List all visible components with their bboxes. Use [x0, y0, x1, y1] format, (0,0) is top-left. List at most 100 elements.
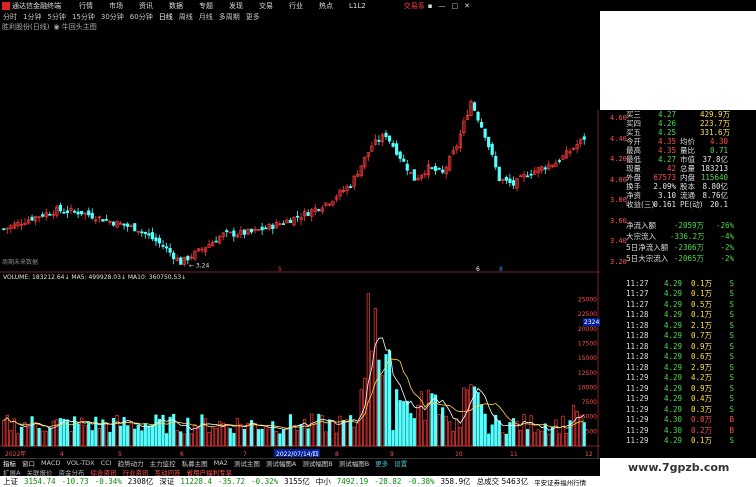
period-5min[interactable]: 5分钟: [44, 12, 68, 22]
date-label: 12: [585, 451, 593, 458]
tick-price: 4.29: [663, 352, 682, 362]
price-axis-label: 3.40: [610, 237, 627, 245]
candle-body: [479, 121, 484, 128]
flow-label: 净流入额: [626, 221, 656, 230]
volume-bar: [540, 430, 544, 447]
candle-body: [168, 248, 172, 253]
menu-quotes[interactable]: 行情: [71, 1, 101, 11]
maximize-icon[interactable]: □: [448, 2, 461, 10]
quote-value: 4.27: [657, 110, 676, 119]
tick-row[interactable]: 11:29 4.29 0.1万 S: [626, 436, 756, 447]
trade-system-link[interactable]: 交易系: [404, 1, 425, 11]
candle-body: [405, 163, 409, 171]
close-icon[interactable]: ✕: [461, 2, 473, 10]
tick-row[interactable]: 11:27 4.29 0.1万 S: [626, 278, 756, 289]
volume-bar: [274, 431, 278, 447]
window-menu-icon[interactable]: ▪: [425, 2, 436, 10]
volume-bar: [12, 418, 16, 447]
period-15min[interactable]: 15分钟: [69, 12, 98, 22]
volume-bar: [83, 425, 87, 447]
tick-price: 4.29: [663, 341, 682, 351]
price-axis: 4.60 4.40 4.20 4.00 3.80 3.60 3.40 3.20: [600, 110, 627, 270]
tick-row[interactable]: 11:29 4.30 0.2万 B: [626, 425, 756, 436]
period-monthly[interactable]: 月线: [196, 12, 216, 22]
volume-bar: [232, 432, 236, 447]
tick-row[interactable]: 11:29 4.30 0.8万 B: [626, 415, 756, 426]
candle-body: [526, 175, 530, 178]
title-bar: 通达信金融终端 行情 市场 资讯 数据 专题 发现 交易 行业 热点 L1L2 …: [0, 0, 756, 11]
period-30min[interactable]: 30分钟: [98, 12, 127, 22]
tick-row[interactable]: 11:28 4.29 2.9万 S: [626, 362, 756, 373]
volume-bar: [341, 420, 346, 447]
chart-area[interactable]: ← 3.24 周期未来数据 5 6 8 VOLUME: 183212.64↓ MA5: 4…: [0, 32, 600, 458]
volume-bar: [356, 423, 360, 447]
period-60min[interactable]: 60分钟: [127, 12, 156, 22]
candle-body: [179, 257, 183, 265]
menu-trade[interactable]: 交易: [251, 1, 281, 11]
kline-chart[interactable]: ← 3.24 周期未来数据 5 6 8 VOLUME: 183212.64↓ MA5: 4…: [0, 32, 600, 458]
extension-tab[interactable]: 关联报价: [23, 467, 55, 477]
tick-row[interactable]: 11:28 4.29 0.1万 S: [626, 310, 756, 321]
tick-row[interactable]: 11:29 4.29 0.9万 S: [626, 383, 756, 394]
menu-news[interactable]: 资讯: [131, 1, 161, 11]
indicator-name[interactable]: ◉ 牛回头主图: [53, 22, 96, 32]
period-weekly[interactable]: 周线: [176, 12, 196, 22]
volume-bar: [37, 427, 41, 447]
volume-bar: [508, 422, 512, 447]
tick-row[interactable]: 11:29 4.29 4.2万 S: [626, 373, 756, 384]
menu-topics[interactable]: 专题: [191, 1, 221, 11]
extension-tab[interactable]: 扩展A: [0, 467, 23, 477]
index-change: -35.72: [217, 477, 246, 486]
tick-row[interactable]: 11:28 4.29 0.6万 S: [626, 352, 756, 363]
period-1min[interactable]: 1分钟: [20, 12, 44, 22]
volume-bar: [373, 308, 377, 447]
menu-hot[interactable]: 热点: [311, 1, 341, 11]
volume-bar: [441, 407, 445, 447]
candle-body: [288, 219, 293, 224]
extension-tab[interactable]: 互动问答: [151, 467, 183, 477]
tick-volume: 0.1万: [690, 436, 712, 446]
extension-tab[interactable]: 综合资讯: [87, 467, 119, 477]
menu-data[interactable]: 数据: [161, 1, 191, 11]
tick-list[interactable]: 11:27 4.29 0.1万 S 11:27 4.29 0.1万 S 11:27 4.29 0.5…: [626, 278, 756, 446]
extension-tab[interactable]: 省用户福利专享: [183, 467, 235, 477]
tick-volume: 2.9万: [690, 362, 712, 372]
menu-discover[interactable]: 发现: [221, 1, 251, 11]
candle-body: [281, 223, 285, 225]
volume-bar: [62, 418, 66, 447]
tick-row[interactable]: 11:29 4.29 0.3万 S: [626, 404, 756, 415]
volume-axis-label: 7500: [582, 399, 597, 406]
volume-bar: [320, 415, 324, 447]
candle-body: [133, 223, 137, 232]
period-daily[interactable]: 日线: [156, 12, 176, 22]
period-intraday[interactable]: 分时: [0, 12, 20, 22]
tick-price: 4.29: [663, 299, 682, 309]
extension-tab[interactable]: 资金分布: [55, 467, 87, 477]
period-more[interactable]: 更多: [243, 12, 263, 22]
volume-axis-label: 22500: [578, 311, 597, 318]
flow-row: 5日净流入额 -2306万 -2%: [626, 242, 756, 253]
menu-industry[interactable]: 行业: [281, 1, 311, 11]
menu-l1l2[interactable]: L1L2: [341, 2, 374, 10]
fund-flow-table: 净流入额 -2059万 -26% 大宗流入 -336.2万 -4% 5日净流入额 -2306万…: [626, 220, 756, 264]
index-name[interactable]: 中小: [313, 476, 334, 487]
tick-row[interactable]: 11:27 4.29 0.5万 S: [626, 299, 756, 310]
flow-pct: -4%: [720, 232, 734, 241]
minimize-icon[interactable]: —: [435, 2, 448, 10]
tick-row[interactable]: 11:27 4.29 0.1万 S: [626, 289, 756, 300]
candle-body: [225, 230, 229, 233]
index-name[interactable]: 深证: [156, 476, 177, 487]
volume-bar: [129, 421, 133, 447]
tick-row[interactable]: 11:28 4.29 0.7万 S: [626, 331, 756, 342]
menu-market[interactable]: 市场: [101, 1, 131, 11]
candle-body: [122, 223, 126, 226]
volume-bar: [44, 431, 48, 447]
period-multi[interactable]: 多周期: [216, 12, 243, 22]
tick-row[interactable]: 11:28 4.29 0.9万 S: [626, 341, 756, 352]
extension-tab[interactable]: 行业资讯: [119, 467, 151, 477]
tick-row[interactable]: 11:28 4.29 2.1万 S: [626, 320, 756, 331]
candle-body: [476, 111, 480, 121]
tick-row[interactable]: 11:29 4.29 0.4万 S: [626, 394, 756, 405]
index-name[interactable]: 上证: [0, 476, 21, 487]
volume-bar: [51, 420, 55, 447]
